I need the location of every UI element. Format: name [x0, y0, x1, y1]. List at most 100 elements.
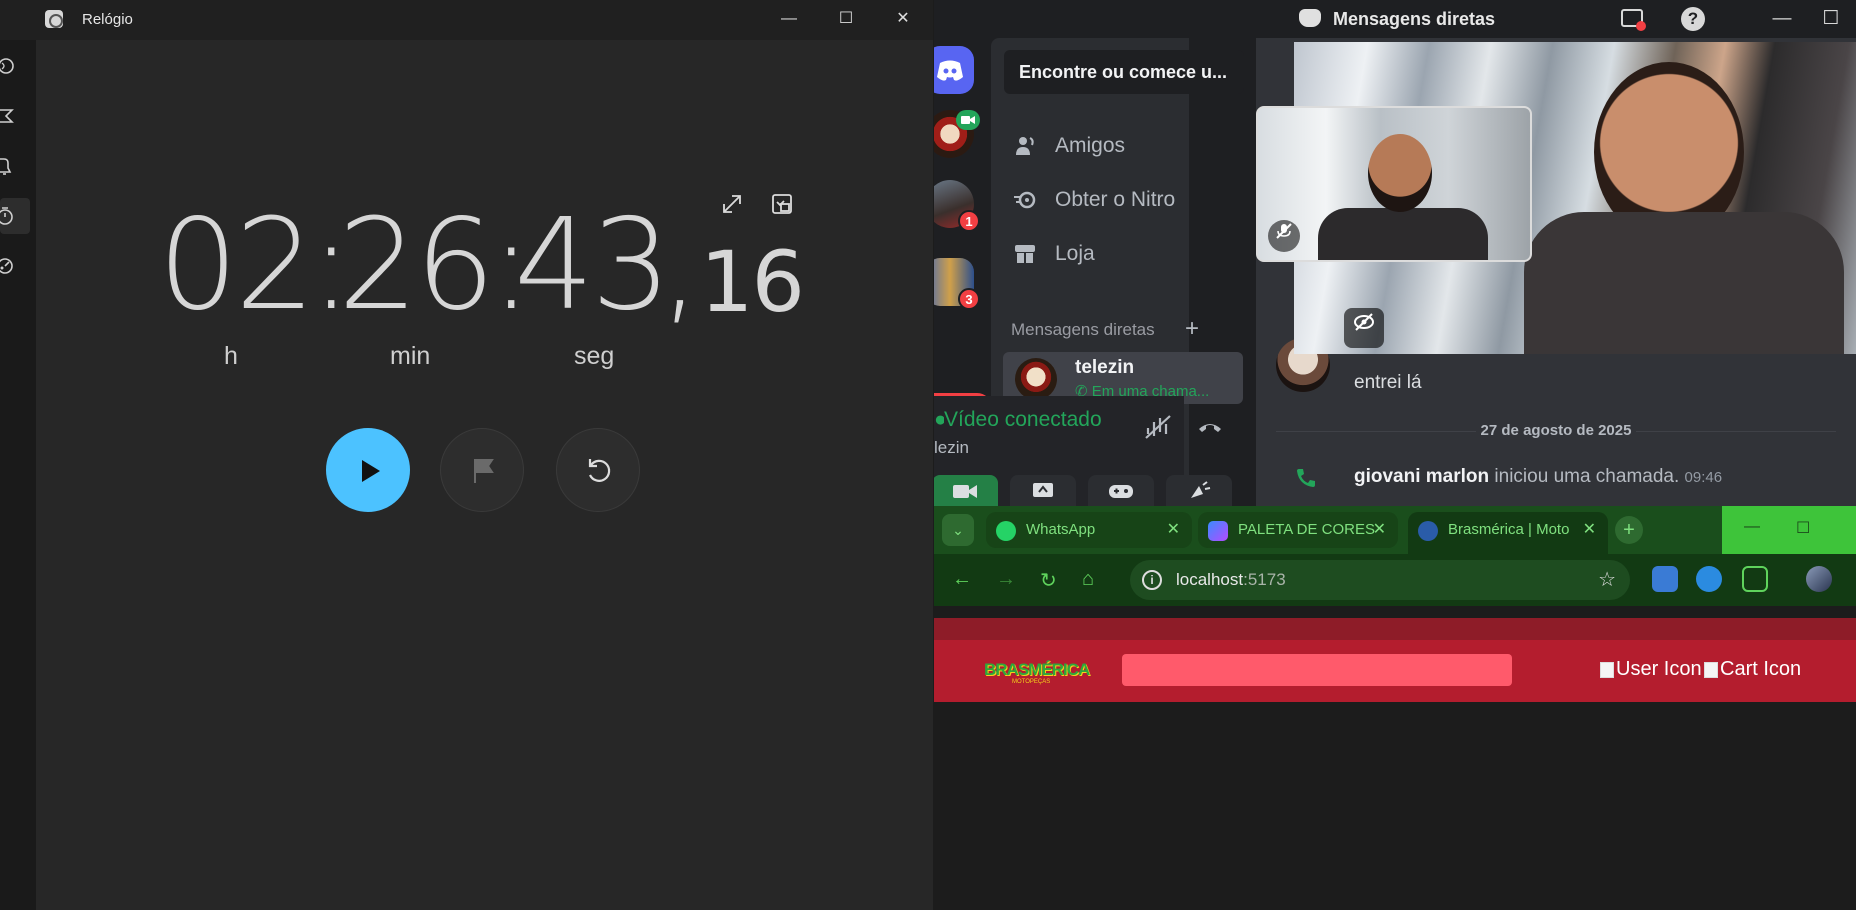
close-tab-paleta-icon[interactable]: ✕	[1373, 512, 1386, 548]
minimize-button[interactable]: —	[766, 4, 812, 34]
discord-window: Mensagens diretas ? — ☐ 1 3 ovo Encontre…	[934, 0, 1856, 506]
soundboard-button[interactable]	[1166, 475, 1232, 506]
video-live-icon	[956, 110, 980, 130]
nav-friends[interactable]: Amigos	[1011, 126, 1241, 166]
site-body	[934, 702, 1856, 910]
voice-status: ● Vídeo conectado	[934, 408, 1102, 432]
brasmerica-icon	[1418, 521, 1438, 541]
extension-icon-1[interactable]	[1652, 566, 1678, 592]
nav-nitro-label: Obter o Nitro	[1055, 188, 1176, 211]
cart-icon-alt: Cart Icon	[1720, 658, 1802, 680]
user-icon[interactable]: User Icon	[1600, 658, 1702, 681]
screen-share-button[interactable]	[1010, 475, 1076, 506]
play-button[interactable]	[326, 428, 410, 512]
palette-icon	[1208, 521, 1228, 541]
new-tab-button[interactable]: +	[1615, 516, 1643, 544]
dm-search-button[interactable]: Encontre ou comece u...	[1004, 50, 1244, 94]
nav-shop[interactable]: Loja	[1011, 234, 1241, 274]
stopwatch-fraction: 16	[700, 233, 805, 331]
camera-off-icon[interactable]	[1344, 308, 1384, 348]
forward-icon[interactable]: →	[996, 568, 1016, 591]
help-icon[interactable]: ?	[1681, 7, 1705, 31]
desktop: Relógio — ☐ ✕ 02 : 26 : 43 , 16 h min se…	[0, 0, 1856, 910]
self-face	[1368, 134, 1432, 212]
participant-body	[1524, 212, 1844, 354]
address-port: :5173	[1243, 570, 1286, 589]
site-logo-sub: MOTOPEÇAS	[1012, 679, 1051, 685]
clock-nav-rail	[0, 0, 36, 910]
discord-titlebar: Mensagens diretas ? — ☐	[934, 0, 1856, 38]
unit-minutes-label: min	[390, 342, 431, 370]
discord-maximize-button[interactable]: ☐	[1818, 6, 1844, 32]
broken-image-icon	[1704, 661, 1718, 678]
voice-status-text: Vídeo conectado	[944, 408, 1102, 431]
focus-icon[interactable]	[0, 98, 30, 134]
nav-friends-label: Amigos	[1055, 134, 1126, 157]
home-server-icon[interactable]	[934, 46, 974, 94]
tab-paleta[interactable]: PALETA DE CORES ✕	[1198, 512, 1398, 548]
clock-window: Relógio — ☐ ✕ 02 : 26 : 43 , 16 h min se…	[0, 0, 933, 910]
voice-panel: ● Vídeo conectado lezin	[934, 396, 1232, 506]
bookmark-star-icon[interactable]: ☆	[1598, 560, 1616, 600]
window-title: Relógio	[82, 11, 133, 28]
extensions-puzzle-icon[interactable]	[1742, 566, 1768, 592]
site-logo[interactable]: BRASMÉRICA MOTOPEÇAS	[984, 660, 1090, 686]
address-bar[interactable]: i localhost:5173 ☆	[1130, 560, 1630, 600]
unit-hours-label: h	[224, 342, 238, 370]
discord-minimize-button[interactable]: —	[1769, 6, 1795, 32]
inbox-icon[interactable]	[1620, 6, 1646, 32]
stopwatch-icon[interactable]	[0, 198, 30, 234]
nitro-icon	[1013, 188, 1037, 212]
call-phone-icon	[1294, 466, 1318, 496]
chrome-minimize-button[interactable]: —	[1744, 518, 1760, 536]
signal-icon: ●	[934, 408, 944, 431]
chrome-window-controls: — ☐	[1722, 506, 1856, 554]
timer-icon[interactable]	[0, 248, 30, 284]
close-tab-whatsapp-icon[interactable]: ✕	[1167, 512, 1180, 548]
back-icon[interactable]: ←	[952, 568, 972, 591]
create-dm-button[interactable]: +	[1185, 315, 1199, 343]
call-user[interactable]: giovani marlon	[1354, 466, 1489, 487]
tab-brasmerica[interactable]: Brasmérica | Moto ✕	[1408, 512, 1608, 554]
stopwatch-comma: ,	[660, 191, 700, 338]
browser-window: ⌄ WhatsApp ✕ PALETA DE CORES ✕ Brasméric…	[934, 506, 1856, 910]
clock-titlebar: Relógio — ☐ ✕	[0, 0, 933, 40]
tab-search-button[interactable]: ⌄	[942, 514, 974, 546]
site-search-input[interactable]	[1122, 654, 1512, 686]
dm-name: telezin	[1075, 357, 1135, 378]
tab-whatsapp-label: WhatsApp	[1026, 521, 1096, 538]
nav-nitro[interactable]: Obter o Nitro	[1011, 180, 1241, 220]
extension-icon-2[interactable]	[1696, 566, 1722, 592]
discord-window-title: Mensagens diretas	[1333, 9, 1496, 29]
stopwatch-seconds: 43	[514, 191, 671, 338]
site-info-icon[interactable]: i	[1142, 570, 1162, 590]
tab-whatsapp[interactable]: WhatsApp ✕	[986, 512, 1192, 548]
address-host: localhost	[1176, 570, 1244, 589]
lap-button[interactable]	[440, 428, 524, 512]
disconnect-icon[interactable]	[1196, 414, 1224, 446]
alarm-icon[interactable]	[0, 148, 30, 184]
camera-button[interactable]	[934, 475, 998, 506]
video-stream-self[interactable]	[1256, 106, 1532, 262]
noise-suppression-icon[interactable]	[1144, 414, 1174, 446]
compact-overlay-icon[interactable]	[768, 190, 796, 218]
cart-icon[interactable]: Cart Icon	[1704, 658, 1801, 681]
activities-button[interactable]	[1088, 475, 1154, 506]
profile-avatar[interactable]	[1806, 566, 1832, 592]
tab-paleta-label: PALETA DE CORES	[1238, 521, 1375, 538]
chrome-maximize-button[interactable]: ☐	[1796, 518, 1810, 538]
user-icon-alt: User Icon	[1616, 658, 1702, 680]
call-action: iniciou uma chamada.	[1494, 466, 1680, 487]
expand-icon[interactable]	[718, 190, 746, 218]
maximize-button[interactable]: ☐	[823, 4, 869, 34]
play-icon	[362, 460, 380, 482]
close-button[interactable]: ✕	[880, 4, 926, 34]
world-clock-icon[interactable]	[0, 48, 30, 84]
reset-button[interactable]	[556, 428, 640, 512]
server-badge-2: 3	[958, 288, 980, 310]
reload-icon[interactable]: ↻	[1040, 568, 1057, 593]
home-icon[interactable]: ⌂	[1082, 568, 1094, 591]
close-tab-brasmerica-icon[interactable]: ✕	[1583, 512, 1596, 548]
whatsapp-icon	[996, 521, 1016, 541]
clock-app-icon	[45, 10, 63, 28]
